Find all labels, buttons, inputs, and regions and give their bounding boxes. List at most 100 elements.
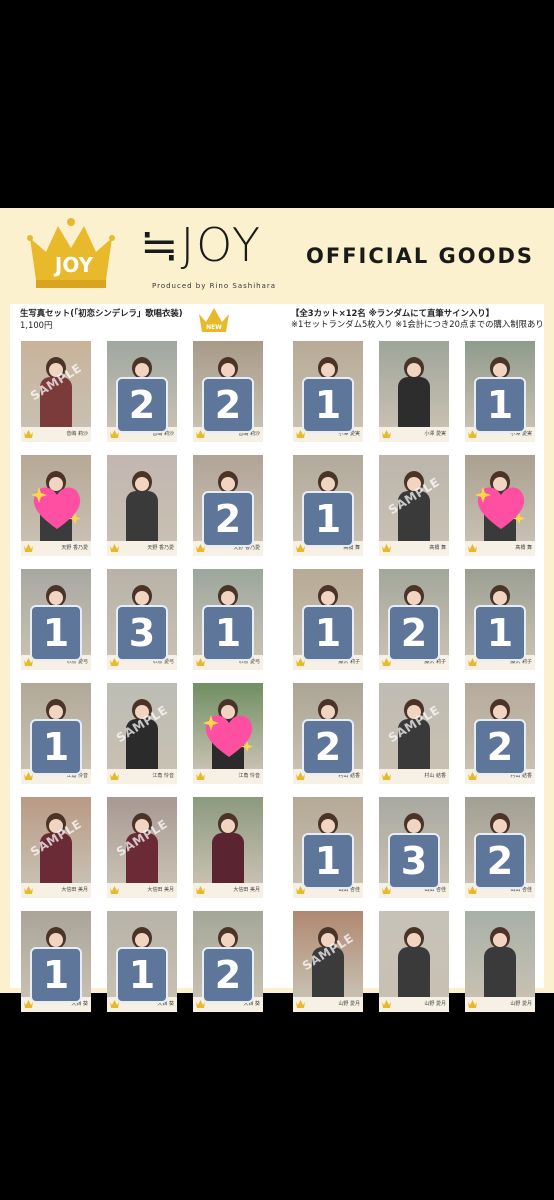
member-face (49, 591, 63, 605)
member-face (321, 705, 335, 719)
member-face (493, 705, 507, 719)
header: JOY ≒JOY Produced by Rino Sashihara OFFI… (0, 208, 554, 306)
member-figure (484, 927, 516, 997)
count-badge: 2 (116, 377, 168, 433)
count-badge: 1 (302, 491, 354, 547)
count-badge: 1 (202, 605, 254, 661)
strip-crown-icon (382, 1000, 391, 1008)
count-badge: 2 (388, 605, 440, 661)
member-face (221, 591, 235, 605)
photo-card: 山野 愛月 (379, 911, 449, 1012)
strip-crown-icon (24, 544, 33, 552)
strip-crown-icon (468, 1000, 477, 1008)
photo-card: 小澤 愛実 (379, 341, 449, 442)
card-label-strip: 音嶋 莉沙 (21, 427, 91, 442)
member-face (49, 933, 63, 947)
photo-card: 江角 怜音 1 (21, 683, 91, 784)
card-label-strip: 大信田 美月 (107, 883, 177, 898)
count-badge: 3 (388, 833, 440, 889)
photo-card: 藤沢 莉子 1 (293, 569, 363, 670)
member-face (493, 819, 507, 833)
member-face (407, 363, 421, 377)
member-name: 大信田 美月 (147, 887, 174, 893)
member-figure (398, 357, 430, 427)
member-face (407, 933, 421, 947)
member-photo (465, 911, 535, 997)
member-face (221, 819, 235, 833)
photo-card: SAMPLE 江角 怜音 (107, 683, 177, 784)
count-badge: 2 (474, 719, 526, 775)
card-label-strip: 髙橋 舞 (379, 541, 449, 556)
photo-card: 村山 結香 2 (293, 683, 363, 784)
strip-crown-icon (110, 772, 119, 780)
right-product-title: 【全3カット×12名 ※ランダムにて直筆サイン入り】 (291, 308, 495, 318)
card-label-strip: 小澤 愛実 (379, 427, 449, 442)
count-badge: 1 (30, 605, 82, 661)
left-price: 1,100円 (20, 320, 53, 330)
member-name: 音嶋 莉沙 (66, 431, 88, 437)
member-photo (379, 911, 449, 997)
strip-crown-icon (196, 886, 205, 894)
member-face (321, 477, 335, 491)
photo-card: 山田 杏佳 2 (465, 797, 535, 898)
count-badge: 2 (202, 947, 254, 1003)
member-face (493, 363, 507, 377)
member-face (321, 591, 335, 605)
photo-card: 髙橋 舞 (465, 455, 535, 556)
heart-sticker-icon (475, 487, 525, 529)
count-badge: 1 (302, 377, 354, 433)
crown-logo-icon: JOY (27, 218, 115, 288)
photo-card: 髙橋 舞1 (293, 455, 363, 556)
member-name: 小澤 愛実 (424, 431, 446, 437)
strip-crown-icon (382, 772, 391, 780)
goods-sheet: JOY ≒JOY Produced by Rino Sashihara OFFI… (0, 208, 554, 1012)
new-label: NEW (206, 324, 222, 331)
photo-card: SAMPLE 音嶋 莉沙 (21, 341, 91, 442)
photo-card: 藤沢 莉子 2 (379, 569, 449, 670)
member-face (407, 819, 421, 833)
count-badge: 2 (474, 833, 526, 889)
photo-card: 江角 怜音 (193, 683, 263, 784)
strip-crown-icon (110, 544, 119, 552)
product-panel: 生写真セット(「初恋シンデレラ」歌唱衣装) 1,100円 NEW 【全3カット×… (10, 304, 544, 1012)
photo-card: 市原 愛弓 3 (107, 569, 177, 670)
member-outfit (212, 833, 244, 883)
strip-crown-icon (296, 1000, 305, 1008)
member-photo (107, 455, 177, 541)
card-label-strip: 天野 香乃愛 (107, 541, 177, 556)
member-face (493, 591, 507, 605)
photo-card: 天野 香乃愛 (21, 455, 91, 556)
member-outfit (398, 377, 430, 427)
count-badge: 1 (30, 719, 82, 775)
official-goods-title: OFFICIAL GOODS (306, 244, 535, 268)
member-outfit (398, 947, 430, 997)
photo-card: SAMPLE 山野 愛月 (293, 911, 363, 1012)
member-face (135, 933, 149, 947)
new-crown-icon: NEW (199, 308, 229, 332)
member-face (135, 363, 149, 377)
count-badge: 1 (30, 947, 82, 1003)
heart-sticker-icon (31, 487, 81, 529)
member-name: 山野 愛月 (424, 1001, 446, 1007)
member-face (493, 933, 507, 947)
photo-card: 市原 愛弓 1 (193, 569, 263, 670)
photo-card: 山野 愛月 (465, 911, 535, 1012)
right-product-note: ※1セットランダム5枚入り ※1会計につき20点までの購入制限あり (291, 319, 544, 329)
card-label-strip: 髙橋 舞 (465, 541, 535, 556)
member-name: 大信田 美月 (233, 887, 260, 893)
card-label-strip: 山野 愛月 (379, 997, 449, 1012)
count-badge: 1 (474, 377, 526, 433)
count-badge: 2 (202, 377, 254, 433)
member-name: 髙橋 舞 (429, 545, 446, 551)
card-label-strip: 天野 香乃愛 (21, 541, 91, 556)
photo-card: SAMPLE 村山 結香 (379, 683, 449, 784)
member-face (221, 933, 235, 947)
brand-logo: ≒JOY (140, 218, 262, 272)
photo-card: SAMPLE 大信田 美月 (21, 797, 91, 898)
photo-card: 音嶋 莉沙 2 (107, 341, 177, 442)
member-name: 天野 香乃愛 (147, 545, 174, 551)
photo-card: 天野 香乃愛 2 (193, 455, 263, 556)
member-figure (212, 813, 244, 883)
member-face (135, 477, 149, 491)
member-face (221, 477, 235, 491)
